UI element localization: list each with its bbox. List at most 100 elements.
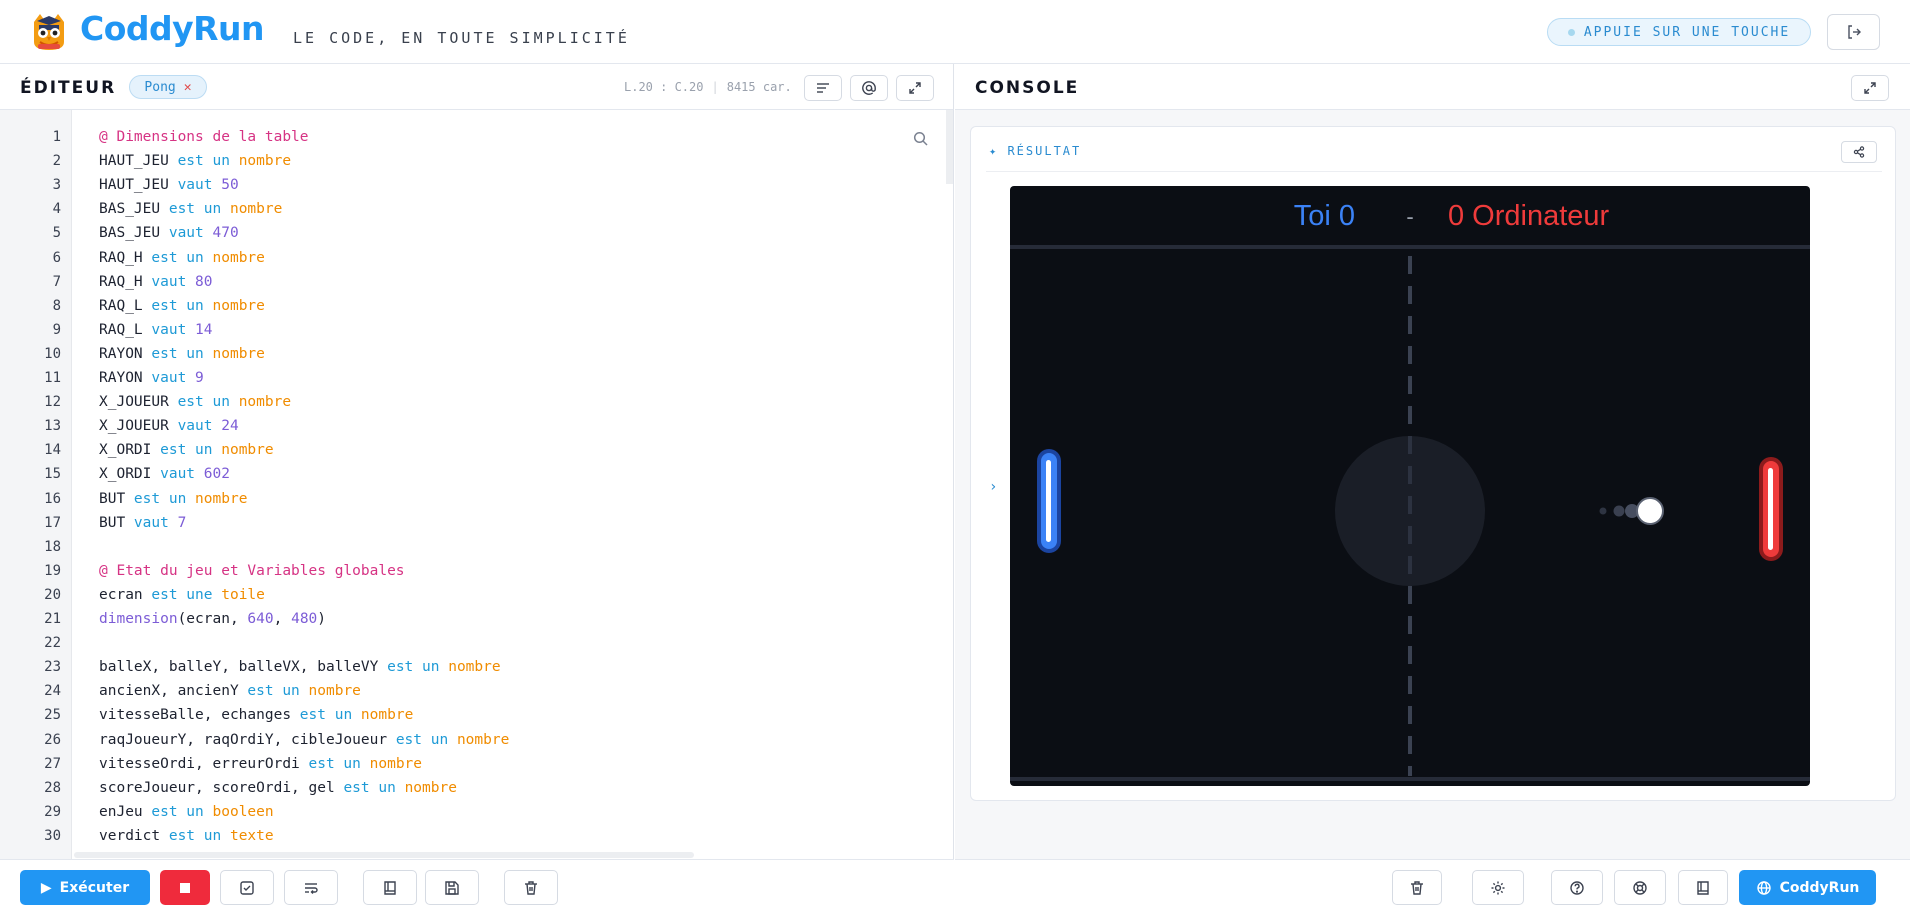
code-token: est un — [133, 490, 187, 507]
save-button[interactable] — [425, 870, 479, 905]
code-line[interactable]: RAQ_L vaut 14 — [99, 322, 213, 338]
code-line[interactable]: RAYON vaut 9 — [99, 370, 204, 386]
run-button[interactable]: ▶ Exécuter — [20, 870, 150, 905]
help-button[interactable] — [1551, 870, 1603, 905]
code-token: @ Dimensions de la table — [99, 129, 309, 145]
code-token: RAYON — [99, 370, 152, 386]
vertical-scrollbar[interactable] — [946, 110, 953, 184]
code-line[interactable]: BUT est un nombre — [99, 491, 247, 507]
code-line[interactable]: X_JOUEUR vaut 24 — [99, 418, 239, 434]
code-line[interactable]: @ Dimensions de la table — [99, 129, 309, 145]
code-token: est un — [387, 659, 440, 676]
code-line[interactable]: X_JOUEUR est un nombre — [99, 394, 291, 410]
code-line[interactable]: verdict est un texte — [99, 828, 274, 844]
file-tab[interactable]: Pong ✕ — [129, 75, 207, 99]
code-line[interactable]: @ Etat du jeu et Variables globales — [99, 563, 405, 579]
code-token: 9 — [195, 370, 204, 386]
code-token: ecran — [99, 586, 152, 603]
line-number: 10 — [44, 345, 61, 362]
code-token: est un — [395, 731, 449, 748]
close-tab-icon[interactable]: ✕ — [184, 80, 192, 95]
pong-game-canvas[interactable]: Toi 0 - 0 Ordinateur — [1010, 186, 1810, 786]
code-token: (ecran, — [177, 611, 248, 627]
code-line[interactable]: RAQ_H vaut 80 — [99, 274, 213, 290]
code-line[interactable]: HAUT_JEU est un nombre — [99, 153, 291, 169]
code-line[interactable]: RAQ_L est un nombre — [99, 298, 265, 314]
code-token: nombre — [238, 394, 292, 411]
code-line[interactable]: raqJoueurY, raqOrdiY, cibleJoueur est un… — [99, 732, 509, 748]
code-token: toile — [221, 586, 265, 603]
wrap-button[interactable] — [284, 870, 338, 905]
line-number: 15 — [44, 466, 61, 483]
code-line[interactable]: RAQ_H est un nombre — [99, 250, 265, 266]
code-line[interactable]: X_ORDI vaut 602 — [99, 466, 230, 482]
search-icon[interactable] — [912, 130, 930, 148]
coddyrun-site-button[interactable]: CoddyRun — [1739, 870, 1876, 905]
code-line[interactable]: vitesseOrdi, erreurOrdi est un nombre — [99, 756, 422, 772]
delete-button[interactable] — [504, 870, 558, 905]
expand-editor-button[interactable] — [896, 75, 934, 101]
run-label: Exécuter — [59, 879, 130, 896]
stop-button[interactable] — [160, 870, 210, 905]
code-line[interactable]: X_ORDI est un nombre — [99, 442, 274, 458]
docs-button[interactable] — [1678, 870, 1728, 905]
support-button[interactable] — [1614, 870, 1666, 905]
clear-console-button[interactable] — [1392, 870, 1442, 905]
code-line[interactable]: HAUT_JEU vaut 50 — [99, 177, 239, 193]
code-line[interactable]: dimension(ecran, 640, 480) — [99, 611, 326, 627]
format-button[interactable] — [804, 75, 842, 101]
code-line[interactable]: vitesseBalle, echanges est un nombre — [99, 707, 413, 723]
docs-button[interactable] — [363, 870, 417, 905]
code-token: enJeu — [99, 803, 152, 820]
code-token: nombre — [229, 201, 283, 218]
save-icon — [445, 880, 459, 895]
code-line[interactable]: RAYON est un nombre — [99, 346, 265, 362]
code-editor[interactable]: 1 2 3 4 5 6 7 8 9 10 11 12 13 14 15 16 17 18 19 20 21 22 23 24 2… — [0, 110, 954, 859]
code-token: 80 — [195, 273, 213, 290]
code-token: nombre — [221, 442, 274, 459]
code-line[interactable]: ecran est une toile — [99, 587, 265, 603]
code-line[interactable]: BAS_JEU vaut 470 — [99, 225, 239, 241]
at-button[interactable] — [850, 75, 888, 101]
code-token: booleen — [212, 803, 274, 820]
code-line[interactable]: ancienX, ancienY est un nombre — [99, 683, 361, 699]
line-number: 14 — [44, 442, 61, 459]
code-line[interactable]: enJeu est un booleen — [99, 804, 274, 820]
code-line[interactable]: balleX, balleY, balleVX, balleVY est un … — [99, 659, 501, 675]
code-token: RAQ_L — [99, 321, 152, 338]
line-number: 28 — [44, 779, 61, 796]
code-line[interactable]: BAS_JEU est un nombre — [99, 201, 282, 217]
expand-console-button[interactable] — [1851, 75, 1889, 101]
line-number: 5 — [52, 225, 61, 242]
code-line[interactable]: scoreJoueur, scoreOrdi, gel est un nombr… — [99, 780, 457, 796]
line-number: 3 — [52, 177, 61, 194]
code-token: ) — [317, 611, 327, 627]
settings-button[interactable] — [1472, 870, 1524, 905]
line-number: 9 — [52, 321, 61, 338]
lifebuoy-icon — [1633, 880, 1647, 895]
check-button[interactable] — [220, 870, 274, 905]
code-token: 50 — [221, 177, 239, 194]
code-token: vaut — [151, 273, 187, 290]
horizontal-scrollbar[interactable] — [74, 852, 694, 858]
code-token: nombre — [456, 731, 510, 748]
top-wall — [1010, 245, 1810, 249]
line-number: 8 — [52, 297, 61, 314]
line-number: 17 — [44, 514, 61, 531]
editor-title: ÉDITEUR — [20, 78, 117, 98]
code-token: nombre — [308, 683, 361, 700]
share-button[interactable] — [1841, 141, 1877, 163]
code-line[interactable]: BUT vaut 7 — [99, 515, 186, 531]
logout-button[interactable] — [1827, 14, 1880, 50]
code-token: est un — [151, 249, 204, 266]
at-sign-icon — [862, 81, 876, 95]
